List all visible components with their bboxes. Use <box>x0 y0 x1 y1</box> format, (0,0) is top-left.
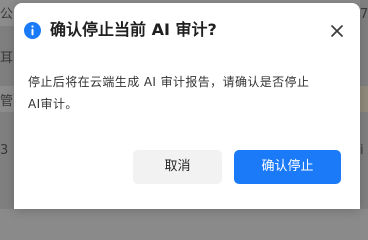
background-text: 耳 <box>0 51 14 66</box>
background-text: 3 <box>0 143 9 158</box>
background-page-left: 公 耳 管 3 <box>0 0 14 209</box>
background-text: 公 <box>0 7 14 22</box>
confirm-stop-button[interactable]: 确认停止 <box>234 150 341 184</box>
confirm-dialog: 确认停止当前 AI 审计? 停止后将在云端生成 AI 审计报告，请确认是否停止 … <box>14 3 360 209</box>
background-text: 7 <box>360 7 368 22</box>
background-text: 管 <box>0 94 14 109</box>
background-row <box>360 86 368 112</box>
background-page-right: 7 i <box>360 0 368 209</box>
dialog-message: 停止后将在云端生成 AI 审计报告，请确认是否停止 AI审计。 <box>28 71 344 115</box>
dialog-message-line: AI审计。 <box>28 97 78 111</box>
info-icon <box>24 21 41 39</box>
close-icon[interactable] <box>330 23 344 37</box>
cancel-button[interactable]: 取消 <box>133 150 222 184</box>
background-text: i <box>360 143 364 158</box>
dialog-message-line: 停止后将在云端生成 AI 审计报告，请确认是否停止 <box>28 75 310 89</box>
dialog-title: 确认停止当前 AI 审计? <box>50 20 217 39</box>
dialog-header: 确认停止当前 AI 审计? <box>24 18 348 42</box>
